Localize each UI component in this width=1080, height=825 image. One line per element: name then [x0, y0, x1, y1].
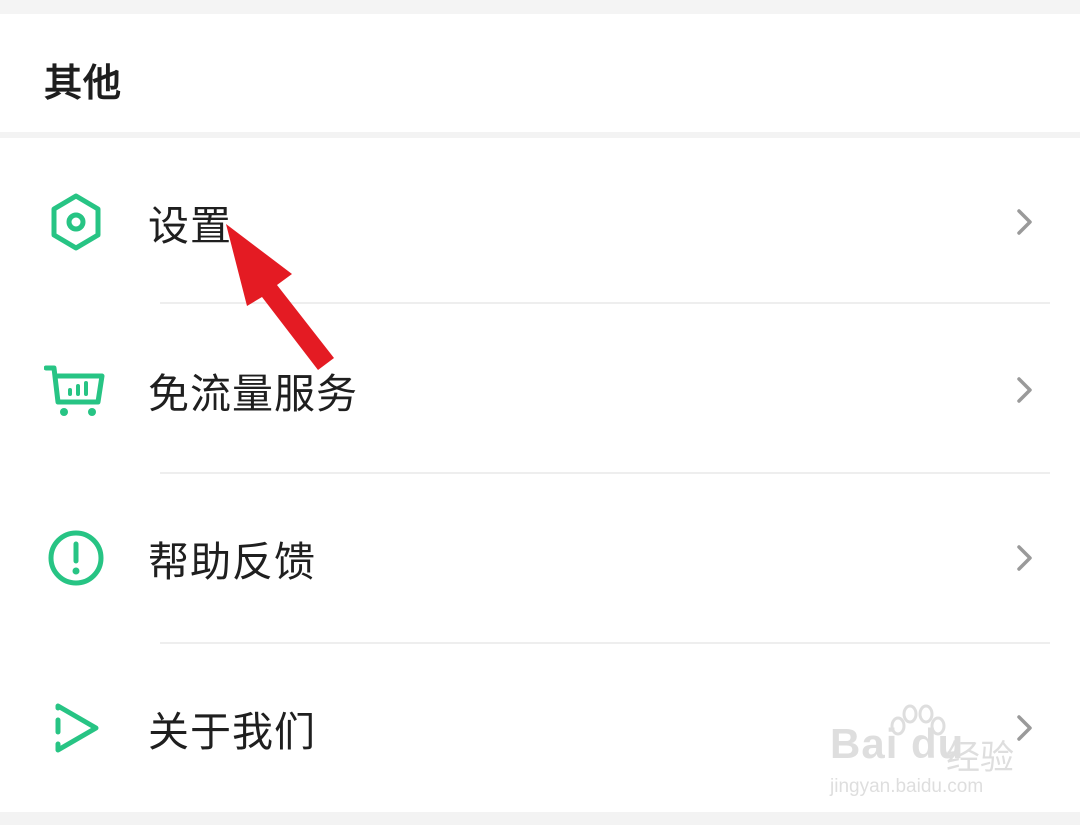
chevron-right-icon	[1014, 375, 1036, 405]
section-title: 其他	[44, 61, 123, 105]
top-strip	[0, 0, 1080, 14]
divider	[160, 302, 1050, 304]
chevron-right-icon	[1014, 207, 1036, 237]
settings-hexagon-icon	[44, 190, 108, 254]
watermark-brand-cn: 经验	[946, 738, 1014, 778]
menu-item-help-feedback[interactable]: 帮助反馈	[0, 474, 1080, 642]
watermark-url: jingyan.baidu.com	[830, 776, 984, 797]
section-header: 其他	[0, 14, 1080, 132]
bottom-strip	[0, 812, 1080, 825]
cart-icon	[43, 358, 108, 422]
menu-item-label: 关于我们	[148, 708, 316, 756]
menu-item-label: 免流量服务	[148, 370, 358, 418]
menu-item-label: 帮助反馈	[148, 538, 316, 586]
menu-item-settings[interactable]: 设置	[0, 138, 1080, 306]
exclamation-circle-icon	[44, 526, 108, 590]
chevron-right-icon	[1014, 543, 1036, 573]
menu-item-label: 设置	[148, 202, 232, 250]
menu-item-data-free-service[interactable]: 免流量服务	[0, 306, 1080, 474]
watermark: Bai du 经验 jingyan.baidu.com	[828, 700, 1028, 800]
watermark-brand: Bai du	[830, 720, 965, 767]
play-triangle-icon	[44, 696, 108, 760]
